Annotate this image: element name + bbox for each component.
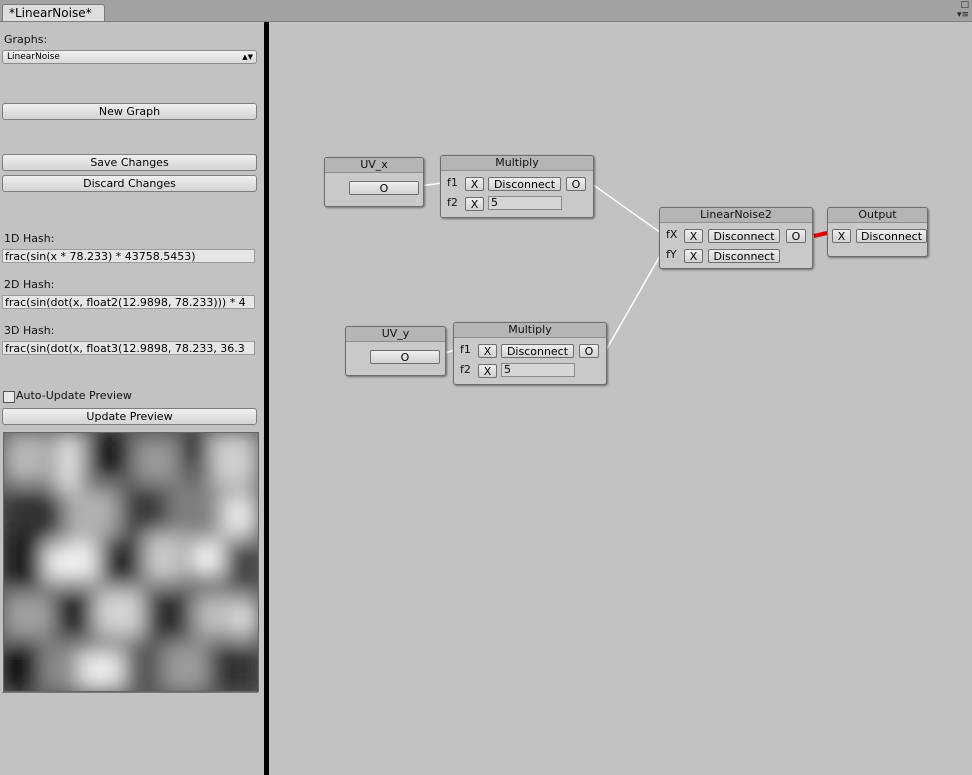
multiply-2-output-button[interactable]: O [579,344,599,358]
node-linear-noise-2[interactable]: LinearNoise2 fX X Disconnect O fY X Disc… [659,207,813,269]
maximize-icon[interactable]: □ [960,1,969,10]
noise-preview-render [4,433,258,691]
multiply-2-f2-label: f2 [460,363,471,376]
discard-changes-button[interactable]: Discard Changes [2,175,257,192]
multiply-2-f1-clear-button[interactable]: X [478,344,497,358]
multiply-1-f2-label: f2 [447,196,458,209]
multiply-1-f1-label: f1 [447,176,458,189]
wire-multiply2-fy [604,253,662,353]
output-clear-button[interactable]: X [832,229,851,243]
linear-noise-output-button[interactable]: O [786,229,806,243]
node-uv-x-title: UV_x [325,158,423,173]
auto-update-label: Auto-Update Preview [16,389,132,402]
hash-3d-field[interactable]: frac(sin(dot(x, float3(12.9898, 78.233, … [2,341,255,355]
node-multiply-2-title: Multiply [454,323,606,338]
multiply-2-f1-label: f1 [460,343,471,356]
tab-linear-noise[interactable]: *LinearNoise* [2,4,105,21]
node-uv-y-title: UV_y [346,327,445,342]
multiply-2-f1-disconnect-button[interactable]: Disconnect [501,344,574,358]
wire-noise-output [813,231,828,238]
window-controls: □ ▾≡ [953,0,969,20]
hash-2d-field[interactable]: frac(sin(dot(x, float2(12.9898, 78.233))… [2,295,255,309]
auto-update-checkbox[interactable] [3,391,15,403]
linear-noise-fy-label: fY [666,248,677,261]
graphs-label: Graphs: [4,33,48,46]
window-tab-bar: *LinearNoise* □ ▾≡ [0,0,972,22]
new-graph-button[interactable]: New Graph [2,103,257,120]
node-output[interactable]: Output X Disconnect [827,207,928,257]
node-uv-y[interactable]: UV_y O [345,326,446,376]
output-disconnect-button[interactable]: Disconnect [856,229,927,243]
node-multiply-2[interactable]: Multiply f1 X Disconnect O f2 X 5 [453,322,607,385]
window-menu-icon[interactable]: ▾≡ [957,11,969,20]
multiply-2-f2-clear-button[interactable]: X [478,364,497,378]
linear-noise-fx-disconnect-button[interactable]: Disconnect [708,229,780,243]
multiply-1-f1-disconnect-button[interactable]: Disconnect [488,177,561,191]
multiply-1-f2-input[interactable]: 5 [488,196,562,210]
node-multiply-1[interactable]: Multiply f1 X Disconnect O f2 X 5 [440,155,594,218]
graph-select-value: LinearNoise [7,52,60,62]
node-linear-noise-2-title: LinearNoise2 [660,208,812,223]
multiply-2-f2-input[interactable]: 5 [501,363,575,377]
multiply-1-f2-clear-button[interactable]: X [465,197,484,211]
hash-1d-field[interactable]: frac(sin(x * 78.233) * 43758.5453) [2,249,255,263]
uv-x-output-button[interactable]: O [349,181,419,195]
preview-divider [2,692,258,693]
uv-y-output-button[interactable]: O [370,350,440,364]
linear-noise-fx-label: fX [666,228,678,241]
multiply-1-output-button[interactable]: O [566,177,586,191]
hash-1d-label: 1D Hash: [4,232,55,245]
linear-noise-fx-clear-button[interactable]: X [684,229,703,243]
save-changes-button[interactable]: Save Changes [2,154,257,171]
node-multiply-1-title: Multiply [441,156,593,171]
hash-3d-label: 3D Hash: [4,324,55,337]
dropdown-arrows-icon: ▲▼ [242,53,253,61]
wire-multiply1-fx [591,183,662,234]
linear-noise-fy-disconnect-button[interactable]: Disconnect [708,249,780,263]
update-preview-button[interactable]: Update Preview [2,408,257,425]
linear-noise-fy-clear-button[interactable]: X [684,249,703,263]
noise-preview-image [3,432,259,692]
graph-select[interactable]: LinearNoise ▲▼ [2,50,257,64]
connection-wires [419,182,828,354]
hash-2d-label: 2D Hash: [4,278,55,291]
multiply-1-f1-clear-button[interactable]: X [465,177,484,191]
node-graph-canvas[interactable]: UV_x O Multiply f1 X Disconnect O f2 X 5… [269,22,972,775]
node-uv-x[interactable]: UV_x O [324,157,424,207]
node-output-title: Output [828,208,927,223]
